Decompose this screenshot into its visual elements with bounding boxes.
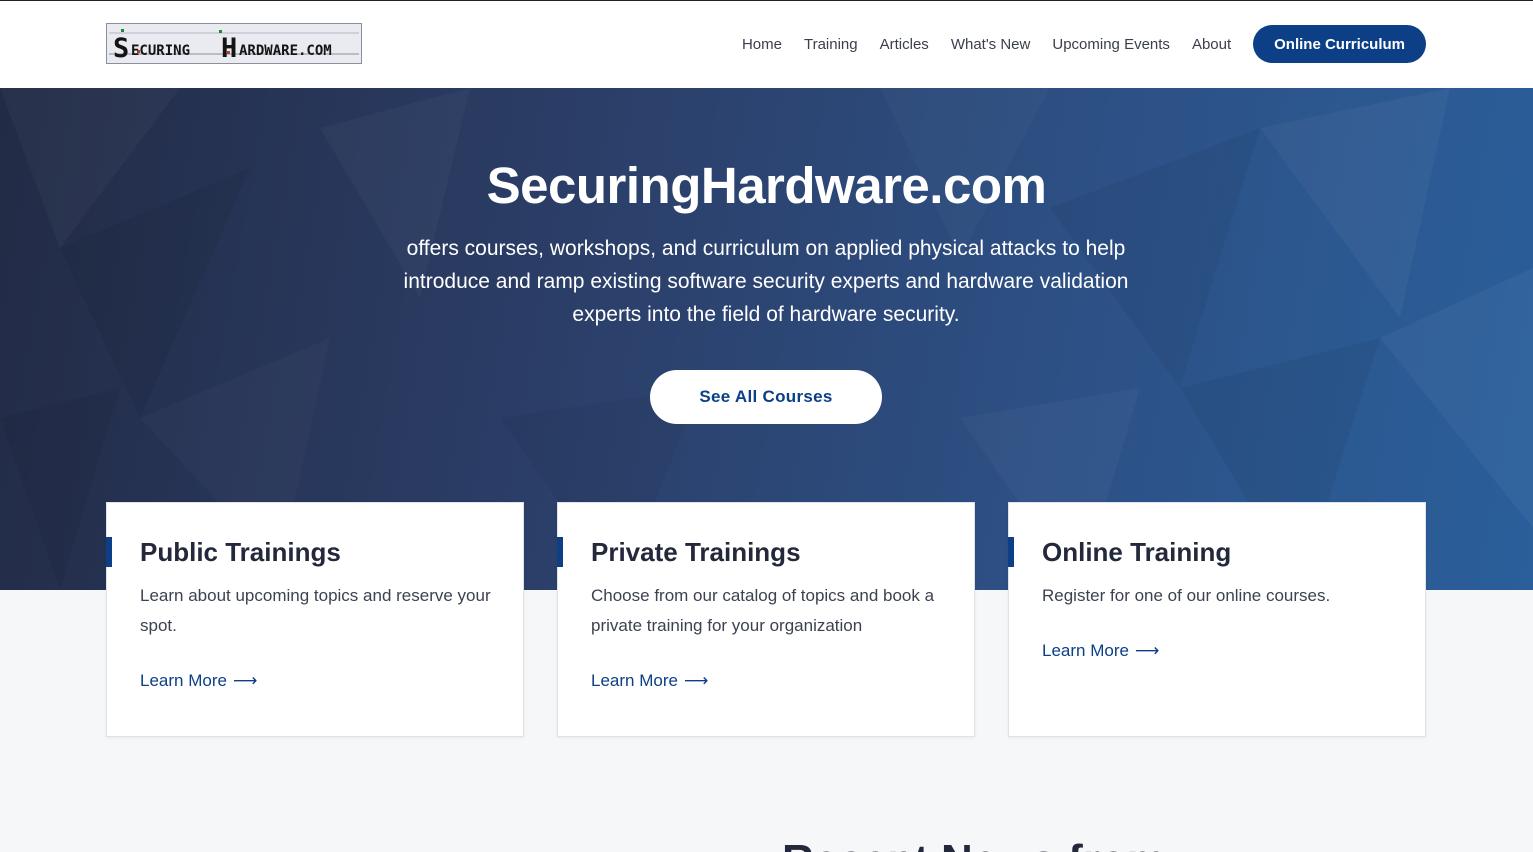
svg-text:H: H [221,33,237,63]
site-header: S ECURING H ARDWARE.COM Home Training Ar… [0,0,1533,88]
site-logo[interactable]: S ECURING H ARDWARE.COM [106,23,362,64]
nav-whats-new[interactable]: What's New [951,36,1031,53]
arrow-right-icon: ⟶ [232,671,258,690]
nav-about[interactable]: About [1192,36,1231,53]
nav-training[interactable]: Training [804,36,858,53]
svg-text:S: S [113,33,129,63]
online-curriculum-button[interactable]: Online Curriculum [1253,25,1426,63]
card-public-trainings: Public Trainings Learn about upcoming to… [106,502,524,737]
nav-upcoming-events[interactable]: Upcoming Events [1052,36,1170,53]
card-accent-bar [557,537,563,567]
logo-graphic: S ECURING H ARDWARE.COM [107,24,361,63]
card-description: Choose from our catalog of topics and bo… [591,586,935,635]
card-description: Learn about upcoming topics and reserve … [140,586,491,635]
svg-text:ARDWARE.COM: ARDWARE.COM [239,43,332,59]
learn-more-link[interactable]: Learn More ⟶ [1042,641,1159,661]
nav-articles[interactable]: Articles [880,36,929,53]
arrow-right-icon: ⟶ [1134,641,1160,660]
recent-news-heading: Recent News from [782,836,1166,852]
card-private-trainings: Private Trainings Choose from our catalo… [557,502,975,737]
main-nav: Home Training Articles What's New Upcomi… [720,25,1426,63]
card-online-training: Online Training Register for one of our … [1008,502,1426,737]
arrow-right-icon: ⟶ [683,671,709,690]
card-title: Private Trainings [591,537,801,567]
card-description: Register for one of our online courses. [1042,586,1331,605]
card-title: Online Training [1042,537,1232,567]
card-accent-bar [1008,537,1014,567]
learn-more-label: Learn More [1042,641,1129,660]
svg-text:ECURING: ECURING [131,43,190,59]
see-all-courses-button[interactable]: See All Courses [650,370,882,424]
nav-home[interactable]: Home [742,36,782,53]
card-accent-bar [106,537,112,567]
hero-subtitle: offers courses, workshops, and curriculu… [403,237,1129,326]
learn-more-label: Learn More [140,671,227,690]
learn-more-link[interactable]: Learn More ⟶ [591,671,708,691]
learn-more-label: Learn More [591,671,678,690]
hero-title: SecuringHardware.com [486,157,1047,214]
learn-more-link[interactable]: Learn More ⟶ [140,671,257,691]
card-title: Public Trainings [140,537,341,567]
